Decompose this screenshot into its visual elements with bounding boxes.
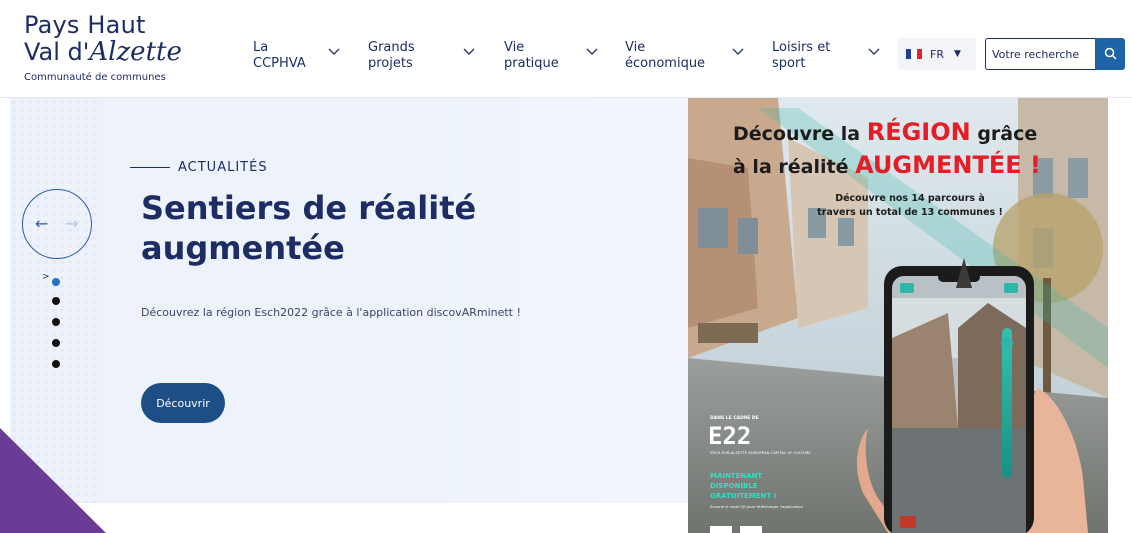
- france-flag-icon: [906, 49, 922, 59]
- hero-description: Découvrez la région Esch2022 grâce à l'a…: [141, 306, 521, 319]
- search-input[interactable]: [985, 38, 1095, 70]
- language-code: FR: [930, 47, 944, 61]
- nav-item-label: Vie pratique: [504, 40, 559, 71]
- poster-headline2-b: AUGMENTÉE !: [855, 150, 1041, 179]
- chevron-down-icon: [586, 48, 598, 56]
- nav-item-vie-pratique[interactable]: Vie pratique: [504, 40, 598, 72]
- eyebrow-line: [130, 166, 170, 169]
- poster-subline2: travers un total de 13 communes !: [817, 207, 1003, 218]
- badge-caption: ESCH-SUR-ALZETTE EUROPEAN CAPITAL OF CUL…: [710, 450, 811, 455]
- pagination-dot[interactable]: [52, 297, 60, 305]
- poster-headline1-a: Découvre la: [733, 123, 867, 145]
- arrow-left-icon[interactable]: ←: [35, 214, 48, 233]
- hero-title: Sentiers de réalité augmentée: [141, 189, 477, 267]
- chevron-down-icon: [463, 48, 475, 56]
- eyebrow-text: ACTUALITÉS: [178, 160, 268, 175]
- nav-item-grands-projets[interactable]: Grands projets: [368, 40, 475, 72]
- logo-line2-prefix: Val d': [24, 38, 90, 66]
- flag-stripe-red: [916, 49, 922, 59]
- e22-logo: E22: [708, 422, 751, 450]
- hero-banner: [10, 98, 690, 503]
- hero-poster-image: Découvre la RÉGION grâce à la réalité AU…: [688, 98, 1108, 533]
- poster-headline1-b: RÉGION: [867, 117, 971, 146]
- nav-item-label: La CCPHVA: [253, 40, 306, 71]
- nav-item-ccphva[interactable]: La CCPHVA: [253, 40, 340, 72]
- search-button[interactable]: [1095, 38, 1125, 70]
- nav-item-label: Grands projets: [368, 40, 415, 71]
- poster-headline1-c: grâce: [971, 123, 1038, 145]
- logo-line1: Pays Haut: [24, 11, 146, 39]
- chevron-down-icon: [732, 48, 744, 56]
- nav-item-vie-economique[interactable]: Vie économique: [625, 40, 744, 72]
- nav-item-label: Loisirs et sport: [772, 40, 831, 71]
- nav-item-label: Vie économique: [625, 40, 706, 71]
- pagination-dot[interactable]: [52, 339, 60, 347]
- discover-button[interactable]: Découvrir: [141, 383, 225, 423]
- badge-small-text: DANS LE CADRE DE: [710, 415, 759, 421]
- pagination-dot[interactable]: [52, 318, 60, 326]
- logo-subtitle: Communauté de communes: [24, 72, 166, 83]
- site-logo[interactable]: Pays Haut Val d'Alzette Communauté de co…: [24, 12, 182, 83]
- active-slide-marker: >: [42, 272, 50, 282]
- language-selector[interactable]: FR ▼: [898, 38, 976, 70]
- pagination-dot[interactable]: [52, 278, 60, 286]
- nav-item-loisirs-sport[interactable]: Loisirs et sport: [772, 40, 880, 72]
- poster-subline1: Découvre nos 14 parcours à: [835, 193, 985, 204]
- poster-headline2-a: à la réalité: [733, 156, 855, 178]
- search-box: [985, 38, 1125, 70]
- arrow-right-icon[interactable]: →: [65, 214, 78, 233]
- available-text-2: DISPONIBLE: [710, 482, 758, 490]
- chevron-down-icon: [328, 48, 340, 56]
- hero-eyebrow: ACTUALITÉS: [130, 160, 268, 175]
- caret-down-icon: ▼: [953, 49, 961, 59]
- pagination-dot[interactable]: [52, 360, 60, 368]
- site-header: Pays Haut Val d'Alzette Communauté de co…: [0, 0, 1132, 98]
- carousel-controls: ← →: [22, 189, 92, 259]
- logo-line2-script: Alzette: [89, 37, 182, 67]
- scan-text: Scanne le code QR pour télécharger l'app…: [710, 504, 804, 509]
- purple-corner-decoration: [0, 428, 106, 533]
- available-text-1: MAINTENANT: [710, 472, 763, 480]
- search-icon: [1104, 45, 1117, 64]
- chevron-down-icon: [868, 48, 880, 56]
- page: { "header": { "logo": { "line1": "Pays H…: [0, 0, 1132, 533]
- logo-line2: Val d'Alzette: [24, 38, 182, 66]
- available-text-3: GRATUITEMENT !: [710, 492, 777, 500]
